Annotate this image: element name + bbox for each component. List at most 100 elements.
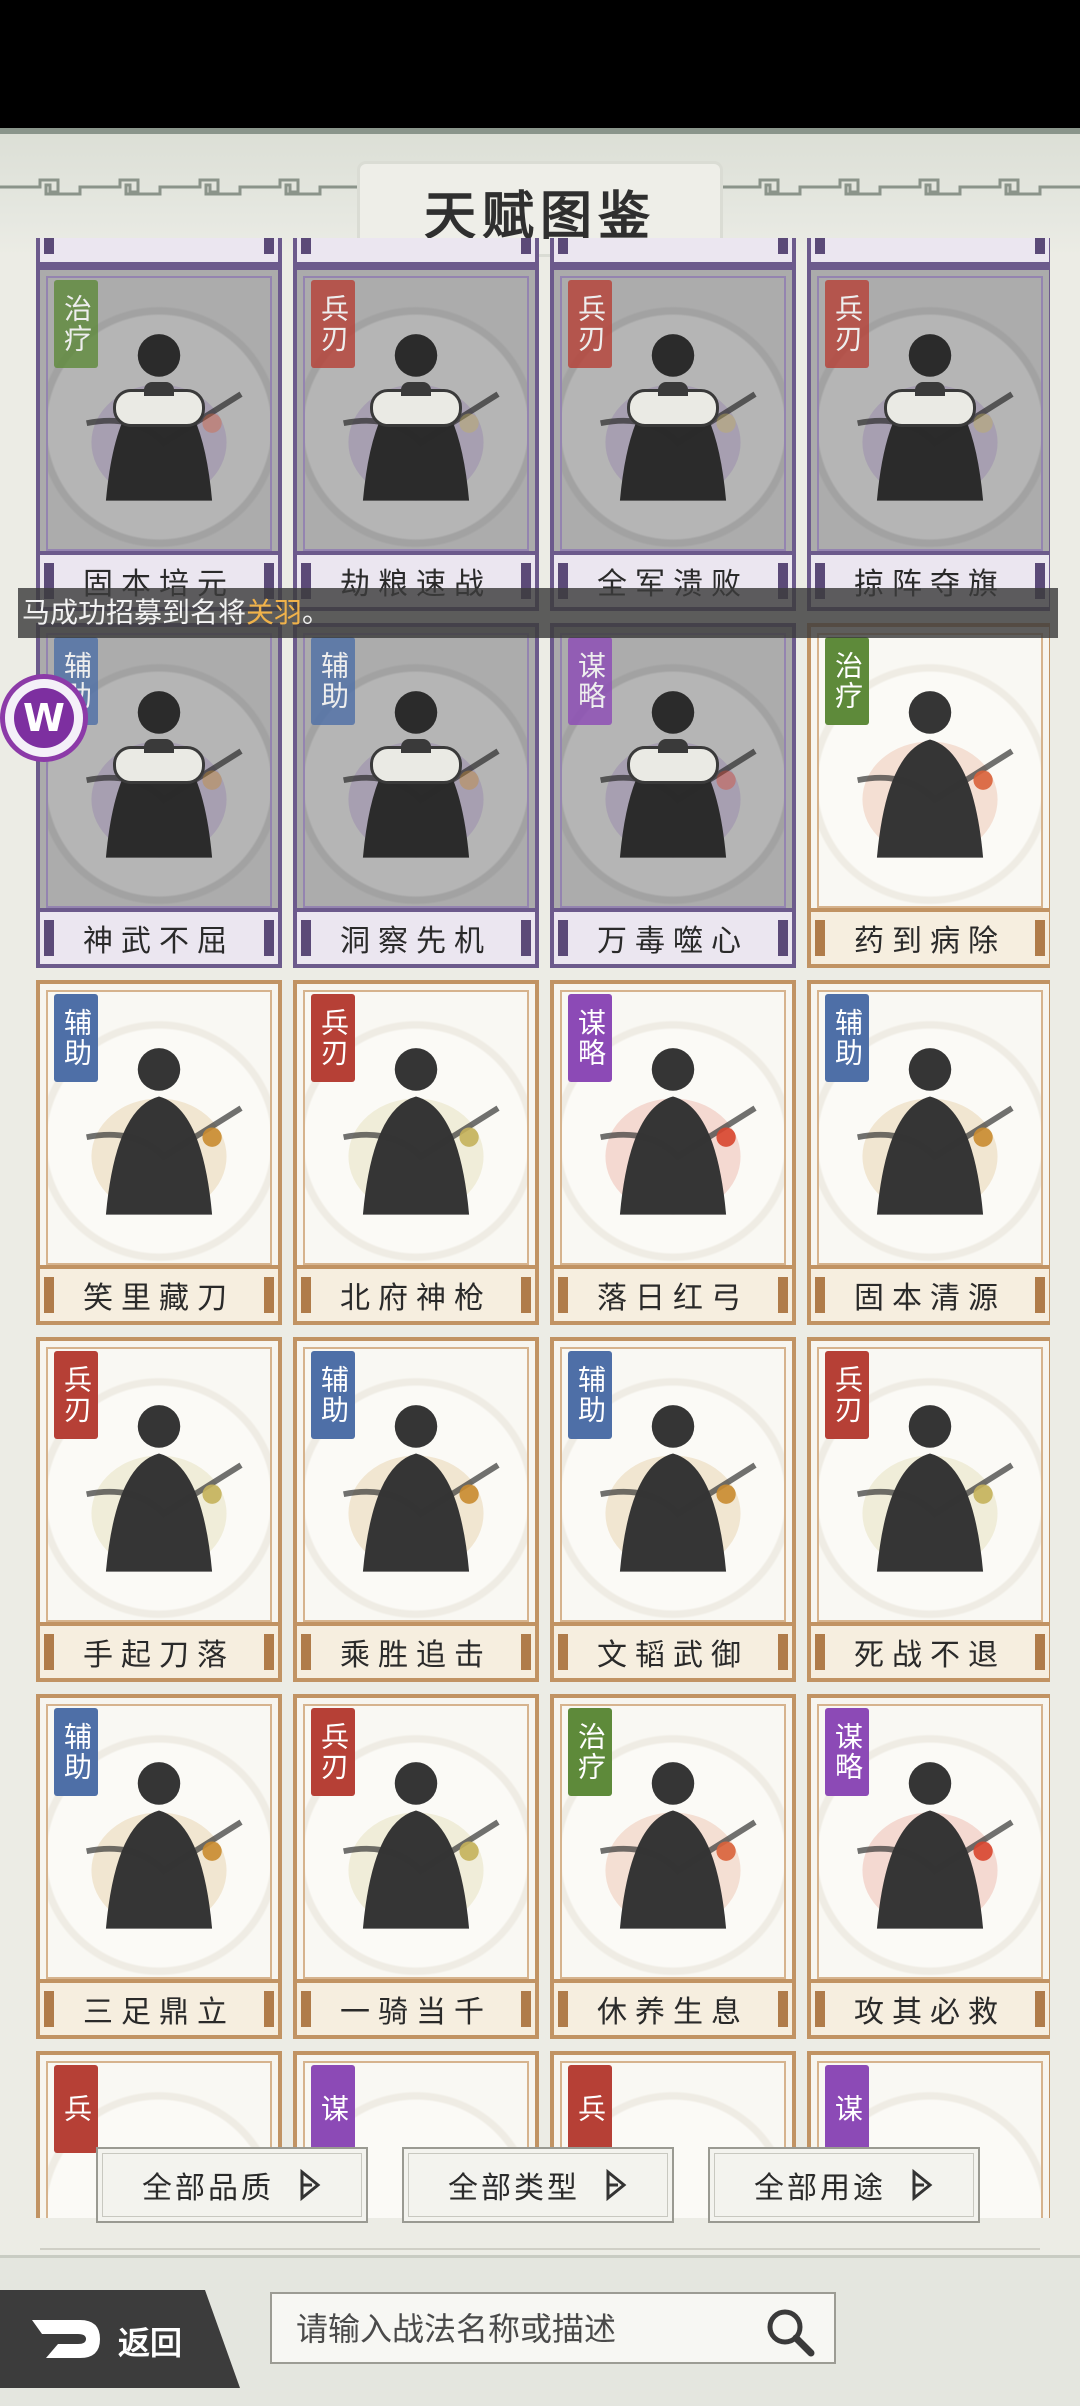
- card-label-bar: 固本清源: [811, 1265, 1049, 1321]
- talent-card-grid[interactable]: 治疗 固本培元 兵刃 劫粮速战 兵刃 全军溃败 兵刃 掠阵夺旗 辅助 神武不屈 辅助 洞察先机 谋略 万毒…: [30, 238, 1050, 2218]
- title-band: 天赋图鉴: [0, 128, 1080, 256]
- talent-name: 休养生息: [597, 1995, 749, 2030]
- usage-filter-button[interactable]: 全部用途: [708, 2147, 980, 2223]
- talent-name: 笑里藏刀: [83, 1281, 235, 1316]
- talent-card[interactable]: 辅助笑里藏刀: [36, 980, 282, 1325]
- card-label-bar: 万毒噬心: [554, 908, 792, 964]
- card-label-bar: 药到病除: [811, 908, 1049, 964]
- talent-name: 药到病除: [854, 924, 1006, 959]
- talent-card[interactable]: 治疗休养生息: [550, 1694, 796, 2039]
- talent-type-badge: 辅助: [54, 1708, 98, 1796]
- toast-prefix: 马成功招募到名将: [22, 596, 247, 629]
- card-label-bar: [554, 238, 792, 262]
- talent-type-badge: 辅助: [825, 994, 869, 1082]
- card-label-bar: 文韬武御: [554, 1622, 792, 1678]
- talent-type-badge: 兵刃: [568, 280, 612, 368]
- talent-type-badge: 兵刃: [311, 1708, 355, 1796]
- lock-icon: [627, 739, 719, 785]
- fret-ornament-left: [0, 178, 360, 196]
- talent-card[interactable]: 兵刃 死战不退: [807, 1337, 1050, 1682]
- talent-card[interactable]: 兵刃手起刀落: [36, 1337, 282, 1682]
- talent-name: 固本清源: [854, 1281, 1006, 1316]
- talent-card[interactable]: 辅助 三足鼎立: [36, 1694, 282, 2039]
- toast-hero-name: 关羽: [246, 596, 303, 629]
- talent-type-badge: 谋略: [568, 994, 612, 1082]
- talent-type-badge: 治疗: [825, 637, 869, 725]
- card-label-bar: [297, 238, 535, 262]
- play-arrow-icon: [912, 2168, 933, 2202]
- card-label-bar: 北府神枪: [297, 1265, 535, 1321]
- search-box[interactable]: [270, 2292, 836, 2364]
- quality-filter-button[interactable]: 全部品质: [96, 2147, 368, 2223]
- lock-icon: [370, 382, 462, 428]
- lock-icon: [113, 382, 205, 428]
- talent-card[interactable]: 辅助文韬武御: [550, 1337, 796, 1682]
- talent-card[interactable]: 辅助固本清源: [807, 980, 1050, 1325]
- talent-card-partial[interactable]: [550, 238, 796, 266]
- lock-icon: [884, 382, 976, 428]
- talent-card-partial[interactable]: [36, 238, 282, 266]
- talent-card-locked[interactable]: 辅助 洞察先机: [293, 623, 539, 968]
- type-filter-label: 全部类型: [448, 2171, 580, 2206]
- talent-type-badge: 治疗: [54, 280, 98, 368]
- talent-card-locked[interactable]: 辅助 神武不屈: [36, 623, 282, 968]
- talent-card[interactable]: 谋略攻其必救: [807, 1694, 1050, 2039]
- talent-card-locked[interactable]: 治疗 固本培元: [36, 266, 282, 611]
- talent-name: 神武不屈: [83, 924, 235, 959]
- toast-suffix: 。: [302, 596, 331, 629]
- card-label-bar: [811, 238, 1049, 262]
- card-label-bar: 手起刀落: [40, 1622, 278, 1678]
- play-arrow-icon: [300, 2168, 321, 2202]
- talent-card-partial[interactable]: [293, 238, 539, 266]
- talent-type-badge: 辅助: [311, 637, 355, 725]
- talent-type-badge: 辅助: [311, 1351, 355, 1439]
- talent-type-badge: 谋略: [825, 1708, 869, 1796]
- talent-card[interactable]: 治疗药到病除: [807, 623, 1050, 968]
- talent-type-badge: 兵刃: [825, 280, 869, 368]
- back-button[interactable]: 返回: [0, 2290, 240, 2388]
- lock-icon: [370, 739, 462, 785]
- card-label-bar: [40, 238, 278, 262]
- talent-name: 万毒噬心: [597, 924, 749, 959]
- talent-type-badge: 兵: [54, 2065, 98, 2153]
- talent-codex-panel: 天赋图鉴 治疗 固本培元 兵刃 劫粮速战 兵刃 全军溃败 兵刃 掠阵夺旗 辅助 神武不屈 辅助 洞察先…: [0, 128, 1080, 2403]
- talent-name: 手起刀落: [83, 1638, 235, 1673]
- talent-name: 一骑当千: [340, 1995, 492, 2030]
- lock-icon: [113, 739, 205, 785]
- search-input[interactable]: [294, 2294, 758, 2364]
- talent-card-locked[interactable]: 兵刃 劫粮速战: [293, 266, 539, 611]
- floating-assistant-logo[interactable]: W: [0, 674, 88, 762]
- talent-type-badge: 谋: [825, 2065, 869, 2153]
- type-filter-button[interactable]: 全部类型: [402, 2147, 674, 2223]
- talent-card-partial[interactable]: [807, 238, 1050, 266]
- talent-card[interactable]: 辅助乘胜追击: [293, 1337, 539, 1682]
- card-label-bar: 休养生息: [554, 1979, 792, 2035]
- talent-name: 落日红弓: [597, 1281, 749, 1316]
- talent-type-badge: 辅助: [568, 1351, 612, 1439]
- talent-card-locked[interactable]: 兵刃 掠阵夺旗: [807, 266, 1050, 611]
- talent-card[interactable]: 谋略落日红弓: [550, 980, 796, 1325]
- lock-icon: [627, 382, 719, 428]
- card-label-bar: 神武不屈: [40, 908, 278, 964]
- status-bar: [0, 0, 1080, 128]
- logo-letter: W: [14, 688, 74, 748]
- talent-card[interactable]: 兵刃一骑当千: [293, 1694, 539, 2039]
- usage-filter-label: 全部用途: [754, 2171, 886, 2206]
- talent-type-badge: 兵: [568, 2065, 612, 2153]
- search-icon[interactable]: [764, 2306, 816, 2358]
- talent-name: 北府神枪: [340, 1281, 492, 1316]
- talent-card-locked[interactable]: 兵刃 全军溃败: [550, 266, 796, 611]
- talent-type-badge: 辅助: [54, 994, 98, 1082]
- talent-type-badge: 兵刃: [54, 1351, 98, 1439]
- back-arrow-icon: [32, 2320, 100, 2358]
- talent-type-badge: 治疗: [568, 1708, 612, 1796]
- talent-type-badge: 谋: [311, 2065, 355, 2153]
- card-label-bar: 乘胜追击: [297, 1622, 535, 1678]
- card-label-bar: 攻其必救: [811, 1979, 1049, 2035]
- talent-card[interactable]: 兵刃北府神枪: [293, 980, 539, 1325]
- play-arrow-icon: [606, 2168, 627, 2202]
- talent-card-locked[interactable]: 谋略万毒噬心: [550, 623, 796, 968]
- talent-type-badge: 谋略: [568, 637, 612, 725]
- talent-type-badge: 兵刃: [311, 994, 355, 1082]
- card-label-bar: 一骑当千: [297, 1979, 535, 2035]
